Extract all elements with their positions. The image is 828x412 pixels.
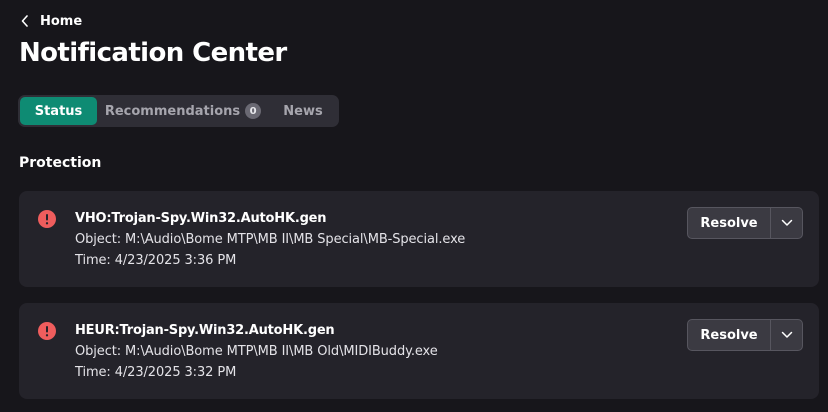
error-alert-icon xyxy=(38,322,56,340)
breadcrumb-home[interactable]: Home xyxy=(20,11,82,31)
notification-card: HEUR:Trojan-Spy.Win32.AutoHK.gen Object:… xyxy=(19,303,819,399)
notification-details: VHO:Trojan-Spy.Win32.AutoHK.gen Object: … xyxy=(75,210,465,270)
resolve-options-button[interactable] xyxy=(771,208,802,238)
recommendations-count-badge: 0 xyxy=(245,103,262,119)
notification-details: HEUR:Trojan-Spy.Win32.AutoHK.gen Object:… xyxy=(75,322,438,382)
tab-news[interactable]: News xyxy=(269,97,337,125)
object-path: Object: M:\Audio\Bome MTP\MB II\MB Old\M… xyxy=(75,344,438,359)
detection-time: Time: 4/23/2025 3:36 PM xyxy=(75,253,237,268)
notification-card: VHO:Trojan-Spy.Win32.AutoHK.gen Object: … xyxy=(19,191,819,287)
object-path: Object: M:\Audio\Bome MTP\MB II\MB Speci… xyxy=(75,232,466,247)
threat-name: HEUR:Trojan-Spy.Win32.AutoHK.gen xyxy=(75,323,335,338)
chevron-down-icon xyxy=(781,219,793,227)
notification-center-page: Home Notification Center Status Recommen… xyxy=(0,0,828,412)
detection-time: Time: 4/23/2025 3:32 PM xyxy=(75,365,237,380)
error-alert-icon xyxy=(38,210,56,228)
chevron-down-icon xyxy=(781,331,793,339)
tab-news-label: News xyxy=(283,103,323,119)
tab-recommendations[interactable]: Recommendations 0 xyxy=(97,97,269,125)
section-title-protection: Protection xyxy=(19,155,102,171)
tab-recommendations-label: Recommendations xyxy=(104,103,241,119)
tab-status[interactable]: Status xyxy=(20,97,97,125)
resolve-options-button[interactable] xyxy=(771,320,802,350)
tab-bar: Status Recommendations 0 News xyxy=(18,95,339,127)
resolve-button[interactable]: Resolve xyxy=(688,320,770,350)
page-title: Notification Center xyxy=(19,38,287,68)
resolve-split-button: Resolve xyxy=(687,207,803,239)
threat-name: VHO:Trojan-Spy.Win32.AutoHK.gen xyxy=(75,211,327,226)
breadcrumb-label: Home xyxy=(40,13,83,29)
resolve-button[interactable]: Resolve xyxy=(688,208,770,238)
chevron-left-icon xyxy=(20,15,30,27)
resolve-split-button: Resolve xyxy=(687,319,803,351)
tab-status-label: Status xyxy=(34,103,83,119)
